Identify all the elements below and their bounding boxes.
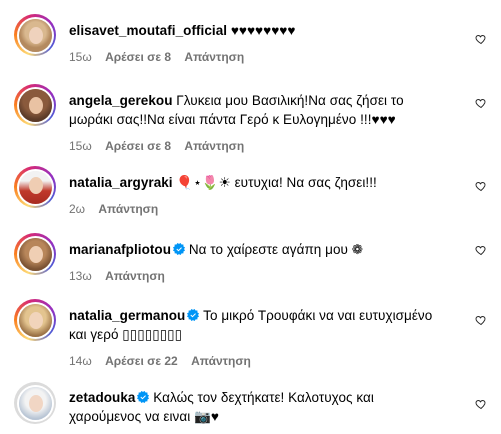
like-heart-icon[interactable] bbox=[475, 33, 487, 45]
like-heart-icon[interactable] bbox=[475, 314, 487, 326]
comment-text-continued: και γερό ▯▯▯▯▯▯▯▯ bbox=[69, 327, 183, 342]
comment-username[interactable]: natalia_argyraki bbox=[69, 175, 173, 190]
avatar[interactable] bbox=[18, 88, 52, 122]
comment-username[interactable]: elisavet_moutafi_official bbox=[69, 23, 227, 38]
comment-username[interactable]: angela_gerekou bbox=[69, 93, 173, 108]
avatar[interactable] bbox=[18, 237, 52, 271]
reply-button[interactable]: Απάντηση bbox=[184, 50, 244, 64]
verified-badge-icon bbox=[173, 243, 186, 255]
comment-likes[interactable]: Αρέσει σε 22 bbox=[105, 354, 178, 368]
reply-button[interactable]: Απάντηση bbox=[98, 202, 158, 216]
comment-username[interactable]: marianafpliotou bbox=[69, 242, 171, 257]
comment-time[interactable]: 13ω bbox=[69, 269, 92, 283]
avatar[interactable] bbox=[18, 303, 52, 337]
avatar-story-ring[interactable] bbox=[14, 84, 56, 126]
comment-text-continued: χαρούμενος να ειναι 📷♥ bbox=[69, 409, 219, 424]
comment-likes[interactable]: Αρέσει σε 8 bbox=[105, 139, 171, 153]
like-heart-icon[interactable] bbox=[475, 244, 487, 256]
comment-text-continued: μωράκι σας!!Να είναι πάντα Γερό κ Ευλογη… bbox=[69, 112, 396, 127]
avatar-story-ring[interactable] bbox=[14, 14, 56, 56]
avatar-story-ring[interactable] bbox=[14, 233, 56, 275]
like-heart-icon[interactable] bbox=[475, 180, 487, 192]
comment-time[interactable]: 15ω bbox=[69, 139, 92, 153]
avatar[interactable] bbox=[18, 170, 52, 204]
comment-text: ♥♥♥♥♥♥♥♥ bbox=[227, 23, 296, 38]
comment-text: Το μικρό Τρουφάκι να ναι ευτυχισμένο bbox=[199, 308, 433, 323]
reply-button[interactable]: Απάντηση bbox=[184, 139, 244, 153]
comment-time[interactable]: 15ω bbox=[69, 50, 92, 64]
reply-button[interactable]: Απάντηση bbox=[191, 354, 251, 368]
comment-time[interactable]: 14ω bbox=[69, 354, 92, 368]
comment-text: Να το χαίρεστε αγάπη μου ❁ bbox=[185, 242, 364, 257]
avatar[interactable] bbox=[18, 18, 52, 52]
comment-time[interactable]: 2ω bbox=[69, 202, 85, 216]
avatar-story-ring[interactable] bbox=[14, 299, 56, 341]
comment-text: Καλώς τον δεχτήκατε! Καλοτυχος και bbox=[149, 390, 374, 405]
avatar[interactable] bbox=[18, 386, 52, 420]
comment-text: Γλυκεια μου Βασιλική!Να σας ζήσει το bbox=[172, 93, 404, 108]
like-heart-icon[interactable] bbox=[475, 398, 487, 410]
comment-username[interactable]: natalia_germanou bbox=[69, 308, 185, 323]
comment-username[interactable]: zetadouka bbox=[69, 390, 135, 405]
verified-badge-icon bbox=[187, 309, 200, 321]
avatar-ring[interactable] bbox=[14, 382, 56, 424]
comments-list: elisavet_moutafi_official ♥♥♥♥♥♥♥♥ 15ω Α… bbox=[0, 0, 501, 434]
avatar-story-ring[interactable] bbox=[14, 166, 56, 208]
reply-button[interactable]: Απάντηση bbox=[105, 269, 165, 283]
comment-likes[interactable]: Αρέσει σε 8 bbox=[105, 50, 171, 64]
verified-badge-icon bbox=[137, 391, 150, 403]
comment-text: 🎈⋆🌷☀ ευτυχια! Να σας ζησει!!! bbox=[172, 175, 377, 190]
like-heart-icon[interactable] bbox=[475, 97, 487, 109]
